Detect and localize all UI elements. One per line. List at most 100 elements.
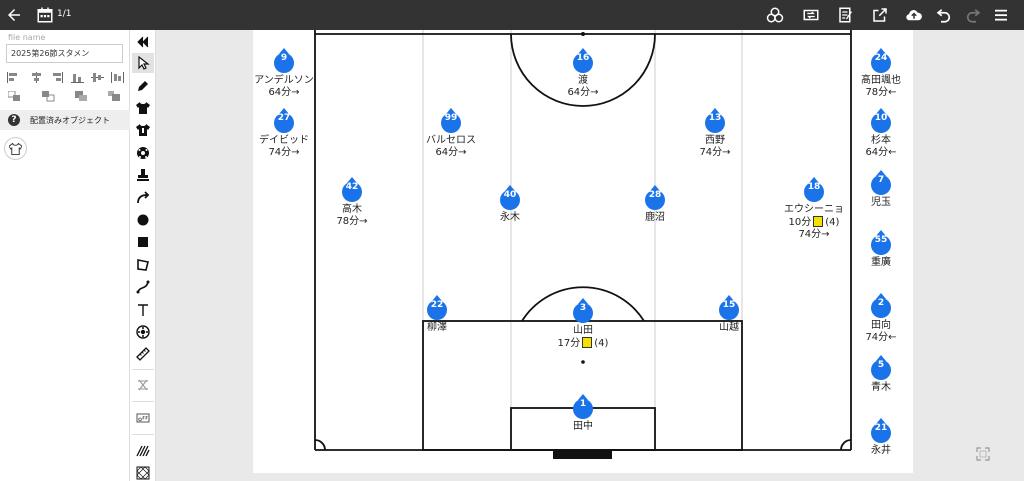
- card-time: 17分: [557, 338, 581, 349]
- player-13[interactable]: 13 西野 74分→: [660, 108, 770, 159]
- placed-objects-header[interactable]: ? 配置済みオブジェクト: [0, 110, 130, 130]
- shirt-alt-tool[interactable]: [132, 120, 154, 140]
- ruler-tool[interactable]: [132, 344, 154, 364]
- player-40[interactable]: 40 永木: [455, 185, 565, 224]
- player-name: アンデルソン: [254, 75, 314, 86]
- player-42[interactable]: 42 高木 78分→: [297, 177, 407, 228]
- circle-tool[interactable]: [132, 210, 154, 230]
- ball-group-tool[interactable]: [132, 322, 154, 342]
- grid-tool[interactable]: [132, 375, 154, 395]
- align-right-icon[interactable]: [50, 72, 63, 83]
- substitution-time: 74分→: [699, 147, 731, 158]
- player-number: 10: [874, 113, 888, 123]
- shirt-tool[interactable]: [132, 98, 154, 118]
- redo-icon: [966, 9, 981, 23]
- player-22[interactable]: 22 柳澤: [382, 295, 492, 334]
- curve-tool[interactable]: [132, 277, 154, 297]
- align-center-v-icon[interactable]: [91, 72, 104, 83]
- player-name: 山田: [573, 325, 593, 336]
- cloud-upload-button[interactable]: [903, 4, 925, 26]
- pitch-board[interactable]: 16 渡 64分→ 99 バルセロス 64分→ 13 西野 74分→ 42 高木 78分→ 40 永木 28…: [253, 30, 913, 473]
- player-number: 22: [430, 300, 444, 310]
- pages-button[interactable]: [34, 4, 56, 26]
- player-marker-icon: 18: [803, 177, 825, 203]
- bring-front-icon[interactable]: [8, 91, 21, 102]
- align-center-h-icon[interactable]: [30, 72, 43, 83]
- player-name: 杉本: [871, 135, 891, 146]
- share-circles-icon: [766, 7, 784, 23]
- help-icon[interactable]: ?: [8, 114, 20, 126]
- player-3[interactable]: 3 山田 17分 (4): [528, 298, 638, 350]
- substitution-time: 64分→: [435, 147, 467, 158]
- pattern-a-tool[interactable]: [132, 441, 154, 461]
- page-count: 1/1: [57, 9, 72, 19]
- player-name: 児玉: [871, 197, 891, 208]
- player-9[interactable]: 9 アンデルソン 64分→: [229, 48, 339, 99]
- export-button[interactable]: [869, 4, 891, 26]
- player-number: 21: [874, 423, 888, 433]
- align-top-icon[interactable]: [71, 72, 84, 83]
- send-back-icon[interactable]: [108, 91, 121, 102]
- stamp-tool[interactable]: [132, 165, 154, 185]
- select-tool[interactable]: [132, 53, 154, 73]
- pattern-b-tool[interactable]: [132, 463, 154, 481]
- back-button[interactable]: [3, 4, 25, 26]
- substitution-time: 64分→: [268, 87, 300, 98]
- ball-tool[interactable]: [132, 143, 154, 163]
- player-10[interactable]: 10 杉本 64分←: [826, 108, 936, 159]
- stamp-icon: [137, 169, 149, 181]
- toolbar-separator: [132, 434, 154, 435]
- square-tool[interactable]: [132, 232, 154, 252]
- player-marker-icon: 22: [426, 295, 448, 321]
- undo-button[interactable]: [933, 4, 955, 26]
- pen-icon: [138, 81, 148, 91]
- align-bottom-icon[interactable]: [111, 72, 124, 83]
- text-tool[interactable]: [132, 300, 154, 320]
- calendar-grid-icon: [37, 7, 53, 23]
- off-toggle-icon: [136, 413, 150, 423]
- player-number: 99: [444, 113, 458, 123]
- polygon-tool[interactable]: [132, 255, 154, 275]
- player-21[interactable]: 21 永井: [826, 418, 936, 457]
- arrow-left-icon: [8, 9, 20, 21]
- text-icon: [138, 304, 148, 316]
- redo-button[interactable]: [962, 4, 984, 26]
- player-marker-icon: 28: [644, 185, 666, 211]
- file-name-input[interactable]: [6, 44, 123, 63]
- pen-tool[interactable]: [132, 76, 154, 96]
- player-16[interactable]: 16 渡 64分→: [528, 48, 638, 99]
- curve-arrow-tool[interactable]: [132, 188, 154, 208]
- substitution-time: 74分→: [268, 147, 300, 158]
- placed-object-thumbnail[interactable]: [4, 137, 27, 160]
- player-name: 山越: [719, 322, 739, 333]
- player-2[interactable]: 2 田向 74分←: [826, 293, 936, 344]
- player-marker-icon: 9: [273, 48, 295, 74]
- player-99[interactable]: 99 バルセロス 64分→: [396, 108, 506, 159]
- player-number: 55: [874, 235, 888, 245]
- bring-forward-icon[interactable]: [42, 91, 55, 102]
- transfer-button[interactable]: [800, 4, 822, 26]
- off-toggle-tool[interactable]: [132, 408, 154, 428]
- edit-notes-icon: [839, 7, 852, 23]
- player-1[interactable]: 1 田中: [528, 394, 638, 433]
- edit-notes-button[interactable]: [835, 4, 857, 26]
- collapse-tool[interactable]: [132, 32, 154, 52]
- player-number: 1: [579, 399, 587, 409]
- share-button[interactable]: [764, 4, 786, 26]
- menu-button[interactable]: [990, 4, 1012, 26]
- player-55[interactable]: 55 重廣: [826, 230, 936, 269]
- player-5[interactable]: 5 青木: [826, 355, 936, 394]
- card-note: (4): [825, 217, 840, 228]
- player-number: 2: [877, 298, 885, 308]
- send-backward-icon[interactable]: [75, 91, 88, 102]
- player-15[interactable]: 15 山越: [674, 295, 784, 334]
- yellow-card-line: 10分 (4): [759, 216, 869, 229]
- tool-bar: [130, 30, 156, 481]
- player-name: 重廣: [871, 257, 891, 268]
- align-left-icon[interactable]: [7, 72, 20, 83]
- player-24[interactable]: 24 髙田颯也 78分←: [826, 48, 936, 99]
- player-7[interactable]: 7 児玉: [826, 170, 936, 209]
- fullscreen-icon[interactable]: [976, 447, 990, 461]
- player-28[interactable]: 28 鹿沼: [600, 185, 710, 224]
- player-27[interactable]: 27 デイビッド 74分→: [229, 108, 339, 159]
